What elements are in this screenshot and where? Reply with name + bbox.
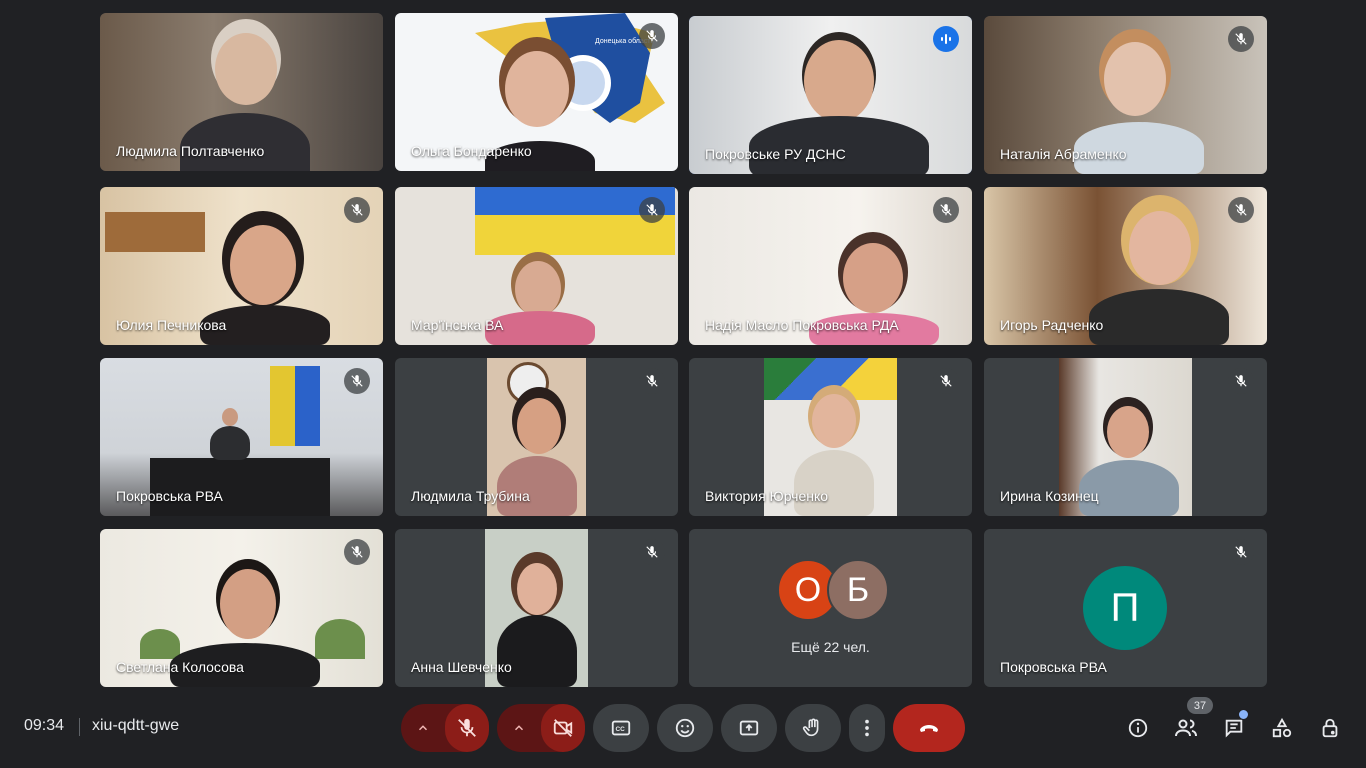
avatar-letter: О xyxy=(794,570,822,609)
participant-name: Мар'їнська ВА xyxy=(411,317,504,333)
host-controls-icon xyxy=(1322,718,1338,738)
participant-name: Ирина Козинец xyxy=(1000,488,1099,504)
mic-control-group xyxy=(401,704,489,752)
reactions-button[interactable] xyxy=(657,704,713,752)
participant-tile[interactable]: Людмила Трубина xyxy=(395,358,678,516)
participant-tile[interactable]: Покровське РУ ДСНС xyxy=(689,16,972,174)
raise-hand-icon xyxy=(802,718,819,737)
participant-tile[interactable]: Виктория Юрченко xyxy=(689,358,972,516)
camera-off-icon xyxy=(553,719,573,737)
participant-name: Покровська РВА xyxy=(1000,659,1107,675)
more-participants-label: Ещё 22 чел. xyxy=(791,639,870,655)
avatar-letter: Б xyxy=(846,570,870,609)
more-options-icon xyxy=(865,719,869,737)
avatar: П xyxy=(1083,566,1167,650)
mic-muted-icon xyxy=(1228,539,1254,565)
emoji-icon xyxy=(675,718,695,738)
participant-tile[interactable]: Ирина Козинец xyxy=(984,358,1267,516)
people-button[interactable] xyxy=(1174,716,1198,740)
captions-button[interactable]: CC xyxy=(593,704,649,752)
camera-control-group xyxy=(497,704,585,752)
mic-muted-icon xyxy=(344,539,370,565)
people-icon xyxy=(1175,719,1197,737)
participant-name: Юлия Печникова xyxy=(116,317,227,333)
speaking-indicator-icon xyxy=(933,26,959,52)
video-options-button[interactable] xyxy=(497,704,541,752)
raise-hand-button[interactable] xyxy=(785,704,841,752)
meeting-time: 09:34 xyxy=(24,717,65,734)
participant-tile[interactable]: Юлия Печникова xyxy=(100,187,383,345)
avatar-letter: П xyxy=(1110,585,1140,630)
mic-muted-icon xyxy=(344,368,370,394)
mic-muted-icon xyxy=(933,197,959,223)
participant-name: Светлана Колосова xyxy=(116,659,244,675)
present-button[interactable] xyxy=(721,704,777,752)
wall-shelf xyxy=(105,212,205,252)
participant-name: Ольга Бондаренко xyxy=(411,143,532,159)
chevron-up-icon xyxy=(514,725,524,731)
participant-tile[interactable]: Игорь Радченко xyxy=(984,187,1267,345)
meeting-code: xiu-qdtt-gwe xyxy=(92,717,180,734)
participant-tile[interactable]: Анна Шевченко xyxy=(395,529,678,687)
participant-name: Людмила Полтавченко xyxy=(116,143,265,159)
participant-tile[interactable]: Надія Масло Покровська РДА xyxy=(689,187,972,345)
participant-tile[interactable]: Людмила Полтавченко xyxy=(100,13,383,171)
meeting-details-button[interactable] xyxy=(1126,716,1150,740)
participant-name: Анна Шевченко xyxy=(411,659,512,675)
participant-tile[interactable]: Донецька область Ольга Бондаренко xyxy=(395,13,678,171)
mic-muted-icon xyxy=(1228,26,1254,52)
mic-off-icon xyxy=(458,718,476,737)
chevron-up-icon xyxy=(418,725,428,731)
end-call-button[interactable] xyxy=(893,704,965,752)
mic-muted-icon xyxy=(1228,197,1254,223)
mic-toggle-button[interactable] xyxy=(445,704,489,752)
mic-muted-icon xyxy=(344,197,370,223)
avatar: Б xyxy=(827,559,889,621)
participant-tile[interactable]: П Покровська РВА xyxy=(984,529,1267,687)
mic-muted-icon xyxy=(639,23,665,49)
divider xyxy=(79,718,80,736)
participant-name: Покровське РУ ДСНС xyxy=(705,146,846,162)
camera-toggle-button[interactable] xyxy=(541,704,585,752)
desk xyxy=(150,458,330,516)
mic-muted-icon xyxy=(1228,368,1254,394)
plant xyxy=(315,619,365,659)
participant-name: Надія Масло Покровська РДА xyxy=(705,317,899,333)
audio-options-button[interactable] xyxy=(401,704,445,752)
present-icon xyxy=(739,720,759,736)
activities-button[interactable] xyxy=(1270,716,1294,740)
host-controls-button[interactable] xyxy=(1318,716,1342,740)
participant-name: Людмила Трубина xyxy=(411,488,530,504)
more-options-button[interactable] xyxy=(849,704,885,752)
participant-tile[interactable]: Покровська РВА xyxy=(100,358,383,516)
participant-figure xyxy=(1084,197,1234,345)
more-participants-tile[interactable]: О Б Ещё 22 чел. xyxy=(689,529,972,687)
participant-name: Покровська РВА xyxy=(116,488,223,504)
svg-text:CC: CC xyxy=(616,726,626,733)
participant-figure xyxy=(210,408,250,460)
participant-name: Виктория Юрченко xyxy=(705,488,829,504)
chat-icon xyxy=(1225,719,1243,738)
people-count-badge: 37 xyxy=(1187,697,1213,714)
participant-tile[interactable]: Светлана Колосова xyxy=(100,529,383,687)
flag-blue xyxy=(295,366,320,446)
captions-icon: CC xyxy=(611,720,631,736)
mic-muted-icon xyxy=(639,197,665,223)
participant-name: Наталія Абраменко xyxy=(1000,146,1127,162)
activities-icon xyxy=(1272,717,1292,738)
chat-notification-dot xyxy=(1238,709,1249,720)
info-icon xyxy=(1128,718,1148,738)
participant-tile[interactable]: Наталія Абраменко xyxy=(984,16,1267,174)
mic-muted-icon xyxy=(639,368,665,394)
flag-yellow xyxy=(270,366,295,446)
participant-tile[interactable]: Мар'їнська ВА xyxy=(395,187,678,345)
mic-muted-icon xyxy=(933,368,959,394)
mic-muted-icon xyxy=(639,539,665,565)
end-call-icon xyxy=(920,725,938,732)
participant-name: Игорь Радченко xyxy=(1000,317,1104,333)
